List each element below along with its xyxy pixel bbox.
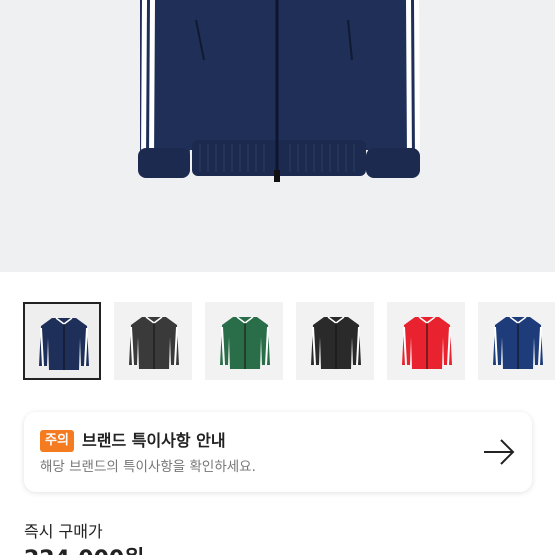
buy-now-price: 224,000원	[24, 546, 144, 555]
jacket-thumbnail-icon	[39, 317, 89, 370]
product-thumbnail[interactable]	[296, 302, 374, 380]
product-hero-image[interactable]	[0, 0, 555, 272]
product-thumbnail[interactable]	[205, 302, 283, 380]
jacket-thumbnail-icon	[220, 316, 270, 369]
jacket-thumbnail-icon	[493, 316, 543, 369]
jacket-illustration	[138, 0, 420, 182]
product-detail-page: 주의 브랜드 특이사항 안내 해당 브랜드의 특이사항을 확인하세요. 즉시 구…	[0, 0, 555, 555]
buy-now-label: 즉시 구매가	[24, 522, 103, 541]
thumbnail-strip	[0, 302, 555, 382]
notice-title: 브랜드 특이사항 안내	[82, 431, 226, 450]
jacket-thumbnail-icon	[129, 316, 179, 369]
product-thumbnail[interactable]	[387, 302, 465, 380]
arrow-right-icon[interactable]	[482, 436, 516, 468]
jacket-thumbnail-icon	[311, 316, 361, 369]
jacket-thumbnail-icon	[402, 316, 452, 369]
caution-badge: 주의	[40, 430, 74, 452]
product-thumbnail[interactable]	[478, 302, 555, 380]
notice-description: 해당 브랜드의 특이사항을 확인하세요.	[40, 459, 256, 475]
product-thumbnail[interactable]	[114, 302, 192, 380]
product-thumbnail[interactable]	[23, 302, 101, 380]
brand-notice-card[interactable]: 주의 브랜드 특이사항 안내 해당 브랜드의 특이사항을 확인하세요.	[24, 412, 532, 492]
